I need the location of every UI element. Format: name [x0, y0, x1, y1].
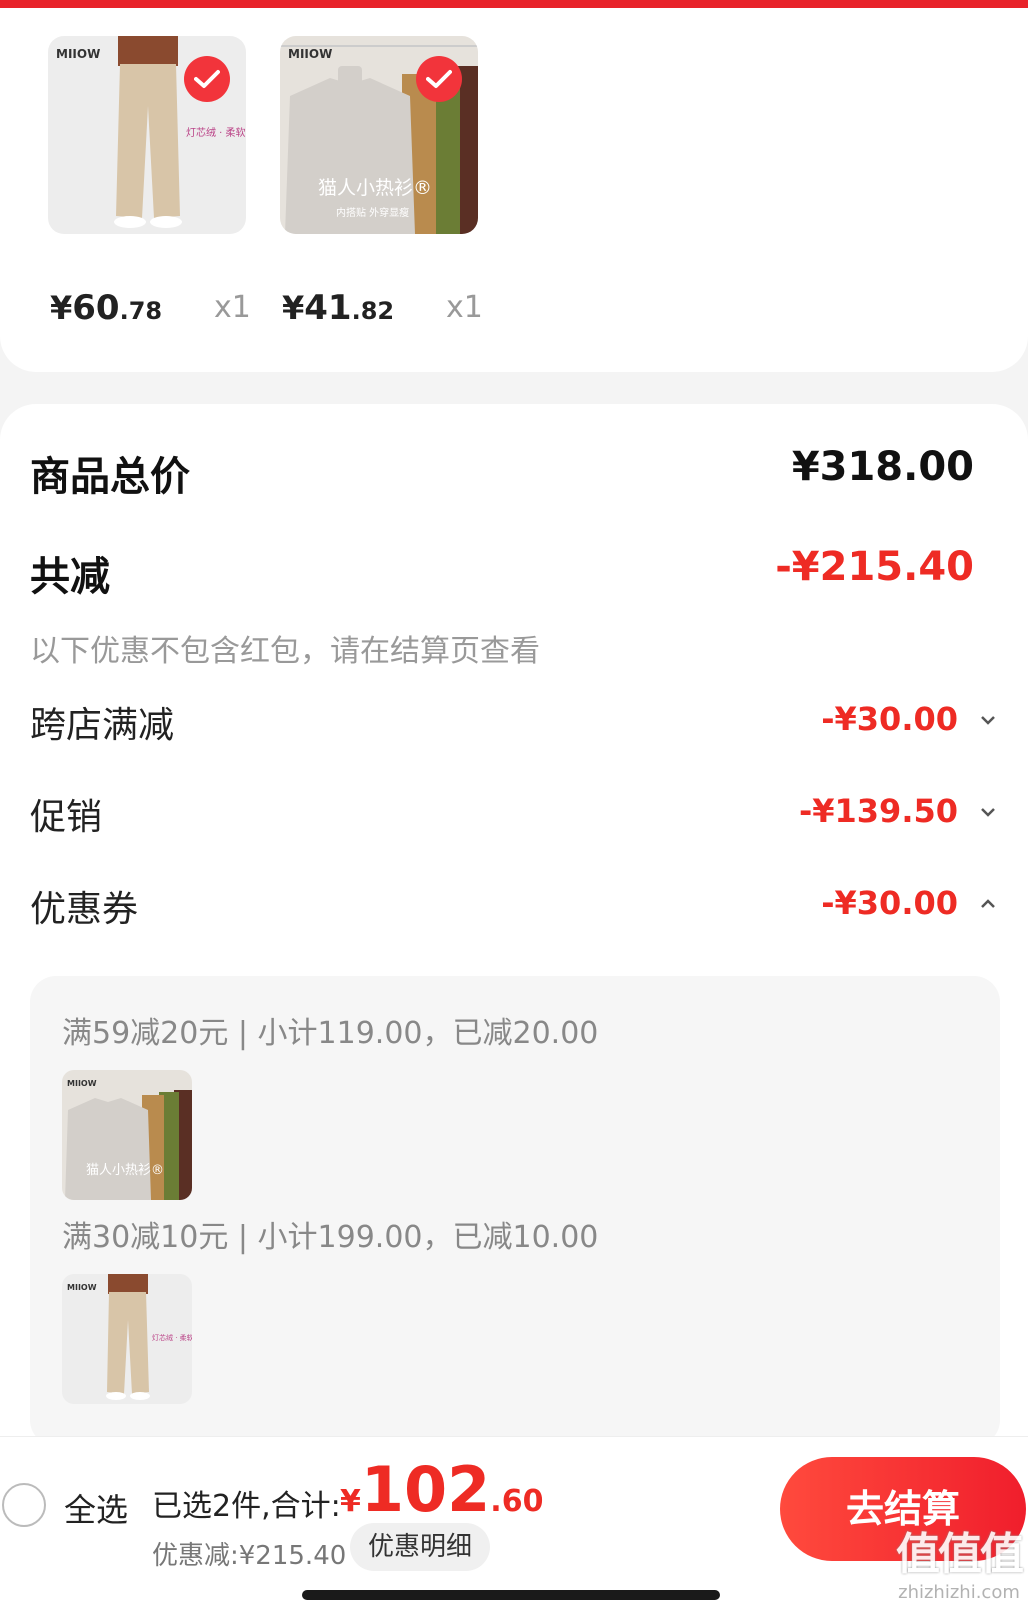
selected-check-icon[interactable]	[184, 56, 230, 102]
caption-subtext: 内搭贴 外穿显瘦	[336, 206, 409, 219]
product-image-pants[interactable]: MIIOW 灯芯绒 · 柔软 亲肤	[48, 36, 246, 234]
total-price-label: 商品总价	[30, 454, 190, 500]
top-accent-bar	[0, 0, 1028, 8]
grand-total: ¥102.60	[340, 1453, 544, 1526]
chevron-down-icon[interactable]	[978, 802, 998, 822]
product-price: ¥60.78	[50, 288, 163, 328]
brand-logo-text: MIIOW	[288, 47, 332, 61]
row-label: 促销	[30, 797, 103, 838]
turtleneck-sweaters-image: MIIOW 猫人小热衫®	[62, 1070, 192, 1200]
selected-check-icon[interactable]	[416, 56, 462, 102]
coupon-detail-panel: 满59减20元 | 小计119.00，已减20.00 MIIOW 猫人小热衫® …	[30, 976, 1000, 1446]
selected-count-text: 已选2件,合计:	[152, 1489, 341, 1524]
total-reduce-label: 共减	[30, 554, 110, 600]
row-value: -¥30.00	[821, 700, 958, 738]
watermark-url: zhizhizhi.com	[898, 1582, 1020, 1603]
coupon-rule-text: 满30减10元 | 小计199.00，已减10.00	[62, 1220, 599, 1255]
product-item[interactable]: MIIOW 灯芯绒 · 柔软 亲肤 ¥60.78 x1	[48, 36, 251, 328]
watermark-logo: 值值值	[896, 1529, 1024, 1580]
coupon-product-thumb[interactable]: MIIOW 猫人小热衫®	[62, 1070, 192, 1200]
row-label: 跨店满减	[30, 705, 175, 746]
checkout-bar: 全选 已选2件,合计: ¥102.60 优惠减:¥215.40 优惠明细 去结算…	[0, 1436, 1028, 1607]
selected-products-card: MIIOW 灯芯绒 · 柔软 亲肤 ¥60.78 x1 MIIOW 猫人	[0, 0, 1028, 372]
discount-detail-button[interactable]: 优惠明细	[350, 1523, 490, 1571]
coupon-product-thumb[interactable]: MIIOW 灯芯绒 · 柔软 亲肤	[62, 1274, 192, 1404]
row-value: -¥139.50	[798, 792, 958, 830]
coupon-rule-text: 满59减20元 | 小计119.00，已减20.00	[62, 1016, 599, 1051]
caption-text: 猫人小热衫®	[86, 1163, 164, 1178]
total-reduce-value: -¥215.40	[775, 544, 974, 590]
select-all-label[interactable]: 全选	[64, 1485, 128, 1531]
product-image-sweaters[interactable]: MIIOW 猫人小热衫® 内搭贴 外穿显瘦	[280, 36, 478, 234]
caption-text: 灯芯绒 · 柔软 亲肤	[152, 1333, 192, 1342]
beige-pants-image: MIIOW 灯芯绒 · 柔软 亲肤	[62, 1274, 192, 1404]
total-price-value: ¥318.00	[791, 444, 974, 490]
row-value: -¥30.00	[821, 884, 958, 922]
brand-logo-text: MIIOW	[67, 1283, 97, 1292]
brand-logo-text: MIIOW	[67, 1079, 97, 1088]
price-summary-card: 商品总价 ¥318.00 共减 -¥215.40 以下优惠不包含红包，请在结算页…	[0, 404, 1028, 1504]
discount-note: 以下优惠不包含红包，请在结算页查看	[30, 634, 540, 669]
chevron-up-icon[interactable]	[978, 894, 998, 914]
brand-logo-text: MIIOW	[56, 47, 100, 61]
select-all-radio[interactable]	[2, 1483, 46, 1527]
product-quantity: x1	[214, 290, 251, 325]
home-indicator[interactable]	[302, 1590, 720, 1600]
product-quantity: x1	[446, 290, 483, 325]
discount-amount-text: 优惠减:¥215.40	[152, 1541, 347, 1571]
product-item[interactable]: MIIOW 猫人小热衫® 内搭贴 外穿显瘦 ¥41.82 x1	[280, 36, 483, 328]
row-label: 优惠券	[30, 889, 139, 930]
caption-text: 猫人小热衫®	[318, 177, 432, 199]
caption-text: 灯芯绒 · 柔软 亲肤	[186, 126, 246, 139]
watermark: 值值值 zhizhizhi.com	[896, 1518, 1024, 1603]
product-price: ¥41.82	[282, 288, 395, 328]
chevron-down-icon[interactable]	[978, 710, 998, 730]
